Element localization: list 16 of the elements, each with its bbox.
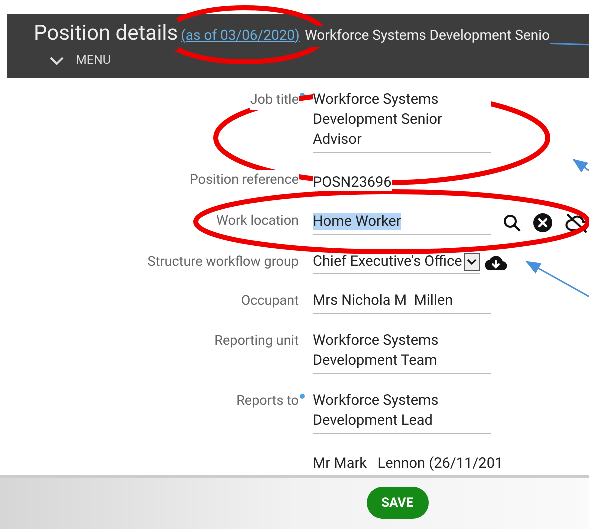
field-value: Home Worker [313,212,402,230]
menu-button[interactable]: MENU [50,52,112,71]
select-field[interactable]: Chief Executive's Office [313,252,480,274]
cloud-download-icon[interactable] [484,254,508,272]
field-value: POSN23696 [313,174,392,191]
clear-icon[interactable] [533,212,553,233]
text-field[interactable]: Mrs Nichola M Millen [313,290,491,314]
field-value: Mr Mark Lennon (26/11/201 [313,454,504,472]
search-icon[interactable] [503,214,521,232]
chevron-down-icon [50,56,64,66]
lookup-field[interactable]: Home Worker [313,210,491,235]
cloud-off-icon[interactable] [565,212,589,233]
dropdown-icon[interactable] [464,252,480,271]
save-button[interactable]: SAVE [366,487,428,520]
page-title: Position details [34,18,178,50]
text-field[interactable]: Workforce Systems Development Senior Advisor [313,90,491,153]
